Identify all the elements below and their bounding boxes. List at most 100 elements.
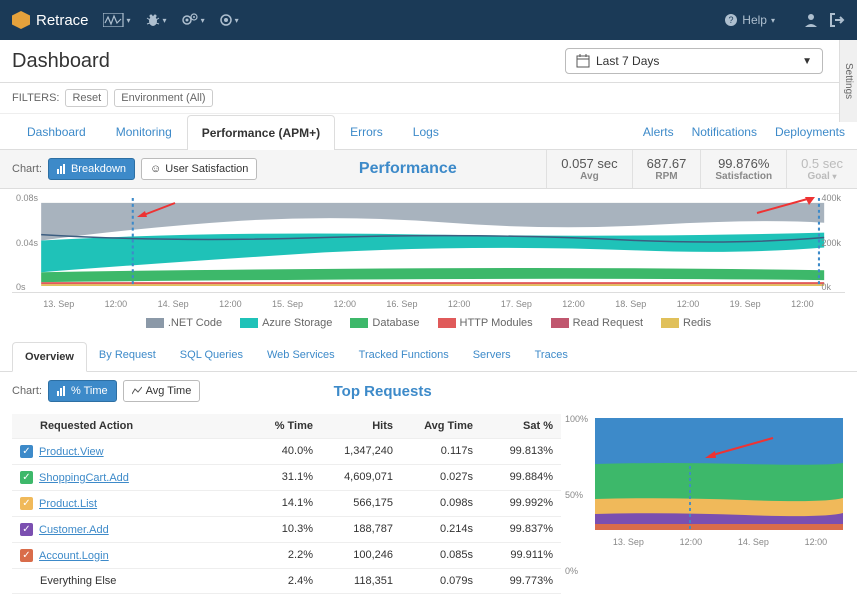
table-row[interactable]: ✓Product.List14.1%566,1750.098s99.992% (12, 491, 561, 517)
subtab-overview[interactable]: Overview (12, 342, 87, 372)
tab-deployments[interactable]: Deployments (775, 125, 845, 139)
logo-icon (12, 11, 30, 29)
mini-x-axis: 13. Sep12:0014. Sep12:00 (565, 537, 845, 547)
date-range-picker[interactable]: Last 7 Days ▼ (565, 48, 823, 74)
subtab-web[interactable]: Web Services (255, 341, 347, 371)
legend-net[interactable]: .NET Code (146, 317, 222, 329)
top-requests-table: Requested Action % Time Hits Avg Time Sa… (12, 414, 561, 594)
metrics-dropdown[interactable]: ▾ (103, 13, 131, 27)
chevron-down-icon: ▼ (802, 56, 812, 67)
top-requests-chart[interactable]: 100%50%0% 13. Sep12:0014. Sep12:00 (565, 414, 845, 594)
chart-toolbar: Chart: Breakdown ☺User Satisfaction Perf… (0, 150, 857, 189)
action-link[interactable]: Product.View (39, 446, 104, 458)
chart-label: Chart: (12, 163, 42, 175)
smile-icon: ☺ (150, 163, 161, 175)
tab-logs[interactable]: Logs (398, 114, 454, 149)
table-row[interactable]: ✓ShoppingCart.Add31.1%4,609,0710.027s99.… (12, 465, 561, 491)
tab-notifications[interactable]: Notifications (692, 125, 757, 139)
overview-split: Requested Action % Time Hits Avg Time Sa… (0, 410, 857, 598)
line-icon (132, 386, 142, 396)
legend-db[interactable]: Database (350, 317, 419, 329)
table-row-else: Everything Else 2.4% 118,351 0.079s 99.7… (12, 569, 561, 594)
mini-y-axis: 100%50%0% (565, 414, 588, 576)
subtab-traces[interactable]: Traces (523, 341, 580, 371)
th-sat[interactable]: Sat % (481, 414, 561, 438)
legend-http[interactable]: HTTP Modules (438, 317, 533, 329)
tab-performance[interactable]: Performance (APM+) (187, 115, 335, 150)
performance-chart-wrap: 0.08s0.04s0s 400k200k0k 13. Sep12:0014. … (0, 193, 857, 311)
bars-icon (57, 386, 67, 396)
tab-monitoring[interactable]: Monitoring (101, 114, 187, 149)
chart-svg (12, 193, 845, 292)
user-icon[interactable] (803, 12, 819, 28)
performance-chart[interactable]: 0.08s0.04s0s 400k200k0k (12, 193, 845, 293)
main-tabs: Dashboard Monitoring Performance (APM+) … (0, 114, 857, 150)
filters-row: FILTERS: Reset Environment (All) (0, 83, 857, 114)
help-button[interactable]: ? Help ▾ (724, 13, 775, 27)
tab-dashboard[interactable]: Dashboard (12, 114, 101, 149)
subtab-sql[interactable]: SQL Queries (168, 341, 255, 371)
reset-filter-button[interactable]: Reset (65, 89, 108, 107)
x-axis: 13. Sep12:0014. Sep12:0015. Sep12:0016. … (0, 297, 857, 311)
stat-goal[interactable]: 0.5 secGoal ▾ (786, 150, 857, 188)
calendar-icon (576, 54, 590, 68)
bug-icon (145, 13, 161, 27)
row-checkbox[interactable]: ✓ (20, 549, 33, 562)
row-checkbox[interactable]: ✓ (20, 445, 33, 458)
else-label: Everything Else (12, 569, 241, 593)
environment-filter[interactable]: Environment (All) (114, 89, 212, 107)
avg-time-button[interactable]: Avg Time (123, 380, 201, 402)
page-header: Dashboard Last 7 Days ▼ Settings (0, 40, 857, 83)
gears-icon (181, 13, 199, 27)
th-hits[interactable]: Hits (321, 414, 401, 438)
performance-title: Performance (275, 160, 540, 178)
top-requests-title: Top Requests (200, 377, 565, 406)
subtab-by-request[interactable]: By Request (87, 341, 168, 371)
top-nav: Retrace ▾ ▾ ▾ ▾ ? Help ▾ (0, 0, 857, 40)
logo[interactable]: Retrace (12, 11, 89, 29)
table-row[interactable]: ✓Account.Login2.2%100,2460.085s99.911% (12, 543, 561, 569)
subtab-servers[interactable]: Servers (461, 341, 523, 371)
debug-dropdown[interactable]: ▾ (145, 13, 167, 27)
stat-rpm: 687.67RPM (632, 150, 701, 188)
logout-icon[interactable] (829, 12, 845, 28)
legend-redis[interactable]: Redis (661, 317, 711, 329)
legend-azure[interactable]: Azure Storage (240, 317, 332, 329)
legend-read[interactable]: Read Request (551, 317, 643, 329)
table-row[interactable]: ✓Product.View40.0%1,347,2400.117s99.813% (12, 439, 561, 465)
settings-sidebar-tab[interactable]: Settings (839, 40, 857, 122)
pct-time-button[interactable]: % Time (48, 380, 117, 402)
help-icon: ? (724, 13, 738, 27)
user-satisfaction-button[interactable]: ☺User Satisfaction (141, 158, 257, 180)
th-avg[interactable]: Avg Time (401, 414, 481, 438)
row-checkbox[interactable]: ✓ (20, 471, 33, 484)
tab-alerts[interactable]: Alerts (643, 125, 674, 139)
th-action[interactable]: Requested Action (12, 414, 241, 438)
sub-tabs: Overview By Request SQL Queries Web Serv… (0, 341, 857, 372)
table-row[interactable]: ✓Customer.Add10.3%188,7870.214s99.837% (12, 517, 561, 543)
th-pct[interactable]: % Time (241, 414, 321, 438)
help-label: Help (742, 13, 767, 27)
action-link[interactable]: Account.Login (39, 550, 109, 562)
action-link[interactable]: ShoppingCart.Add (39, 472, 129, 484)
y-axis-left: 0.08s0.04s0s (16, 193, 38, 292)
settings-dropdown[interactable]: ▾ (219, 13, 239, 27)
logo-text: Retrace (36, 12, 89, 29)
pulse-icon (103, 13, 125, 27)
date-range-label: Last 7 Days (596, 54, 659, 68)
mini-chart-label: Chart: (12, 385, 42, 397)
row-checkbox[interactable]: ✓ (20, 497, 33, 510)
page-title: Dashboard (12, 50, 110, 73)
svg-text:?: ? (729, 15, 734, 25)
bars-icon (57, 164, 67, 174)
services-dropdown[interactable]: ▾ (181, 13, 205, 27)
subtab-tracked[interactable]: Tracked Functions (347, 341, 461, 371)
tab-errors[interactable]: Errors (335, 114, 398, 149)
stat-avg: 0.057 secAvg (546, 150, 631, 188)
chart-legend: .NET Code Azure Storage Database HTTP Mo… (0, 311, 857, 335)
y-axis-right: 400k200k0k (821, 193, 841, 292)
breakdown-button[interactable]: Breakdown (48, 158, 135, 180)
row-checkbox[interactable]: ✓ (20, 523, 33, 536)
mini-chart-svg (565, 414, 845, 534)
action-link[interactable]: Product.List (39, 498, 97, 510)
